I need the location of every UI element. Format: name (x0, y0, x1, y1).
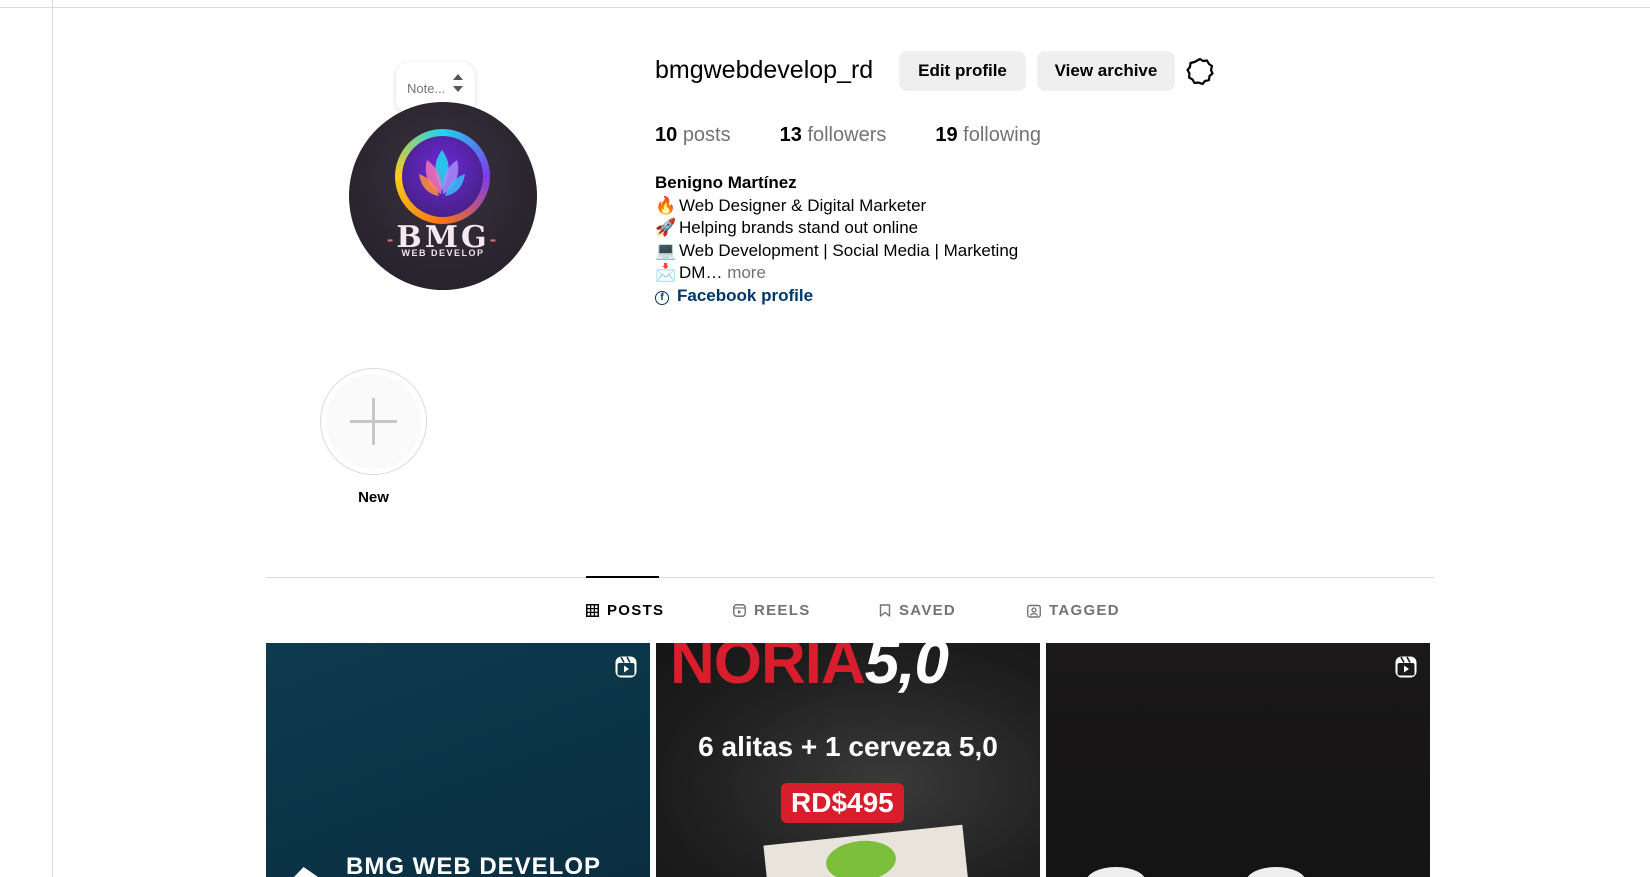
note-placeholder: Note... (407, 80, 446, 96)
profile-bio: Benigno Martínez 🔥 Web Designer & Digital… (655, 172, 1018, 307)
profile-stats: 10 posts 13 followers 19 following (655, 124, 1090, 147)
bio-line: 💻 Web Development | Social Media | Market… (655, 240, 1018, 263)
view-archive-button[interactable]: View archive (1037, 51, 1175, 91)
tab-tagged[interactable]: TAGGED (1027, 602, 1120, 619)
avatar-tagline: WEB DEVELOP (401, 248, 485, 258)
avatar[interactable]: -BMG- WEB DEVELOP (349, 102, 537, 290)
post-graphic (1246, 867, 1306, 877)
bio-line: 🔥 Web Designer & Digital Marketer (655, 195, 1018, 218)
post-thumbnail[interactable] (1046, 643, 1430, 877)
sidebar-divider (52, 0, 53, 877)
tab-saved[interactable]: SAVED (879, 602, 956, 619)
chevron-up-icon[interactable] (453, 74, 463, 80)
chevron-down-icon[interactable] (453, 86, 463, 92)
tab-tagged-label: TAGGED (1049, 602, 1120, 619)
bio-line: 📩 DM… more (655, 262, 1018, 285)
gear-icon[interactable] (1185, 56, 1215, 86)
post-graphic (1086, 867, 1146, 877)
username: bmgwebdevelop_rd (655, 56, 874, 84)
post-offer-text: 6 alitas + 1 cerveza 5,0 (698, 731, 998, 762)
edit-profile-button[interactable]: Edit profile (899, 51, 1026, 91)
bio-more-link[interactable]: more (727, 263, 766, 282)
facebook-link[interactable]: f Facebook profile (655, 285, 1018, 308)
active-tab-indicator (586, 576, 659, 578)
post-thumbnail[interactable]: NORIA5,0 6 alitas + 1 cerveza 5,0 RD$495 (656, 643, 1040, 877)
stat-posts: 10 posts (655, 124, 731, 146)
tag-person-icon (1027, 604, 1041, 618)
stat-followers[interactable]: 13 followers (780, 124, 887, 147)
stat-following[interactable]: 19 following (935, 124, 1041, 147)
tabs-divider (266, 577, 1434, 578)
new-highlight-label: New (358, 489, 389, 506)
laptop-emoji-icon: 💻 (655, 240, 677, 260)
post-graphic (294, 867, 318, 877)
reel-badge-icon (615, 656, 637, 678)
post-headline: NORIA5,0 (670, 643, 949, 697)
note-scroll-arrows[interactable] (453, 74, 463, 92)
full-name: Benigno Martínez (655, 173, 797, 192)
fire-emoji-icon: 🔥 (655, 195, 677, 215)
tab-posts[interactable]: POSTS (586, 602, 664, 619)
reels-icon (733, 604, 746, 617)
plus-icon-vertical (372, 398, 375, 445)
post-overlay-text: BMG WEB DEVELOP (346, 853, 602, 877)
post-price-badge: RD$495 (781, 783, 904, 823)
lotus-logo-icon (419, 150, 465, 196)
inbox-emoji-icon: 📩 (655, 263, 677, 282)
facebook-icon: f (655, 290, 669, 305)
tab-reels[interactable]: REELS (733, 602, 811, 619)
new-highlight-button[interactable] (320, 368, 427, 475)
tab-posts-label: POSTS (607, 602, 665, 619)
bio-line: 🚀 Helping brands stand out online (655, 217, 1018, 240)
rocket-emoji-icon: 🚀 (655, 218, 677, 237)
highlight-circle (326, 374, 421, 469)
tab-reels-label: REELS (754, 602, 811, 619)
tab-saved-label: SAVED (899, 602, 957, 619)
bookmark-icon (879, 604, 891, 617)
reel-badge-icon (1395, 656, 1417, 678)
top-divider (0, 7, 1650, 8)
grid-icon (586, 604, 599, 617)
post-thumbnail[interactable]: BMG WEB DEVELOP (266, 643, 650, 877)
